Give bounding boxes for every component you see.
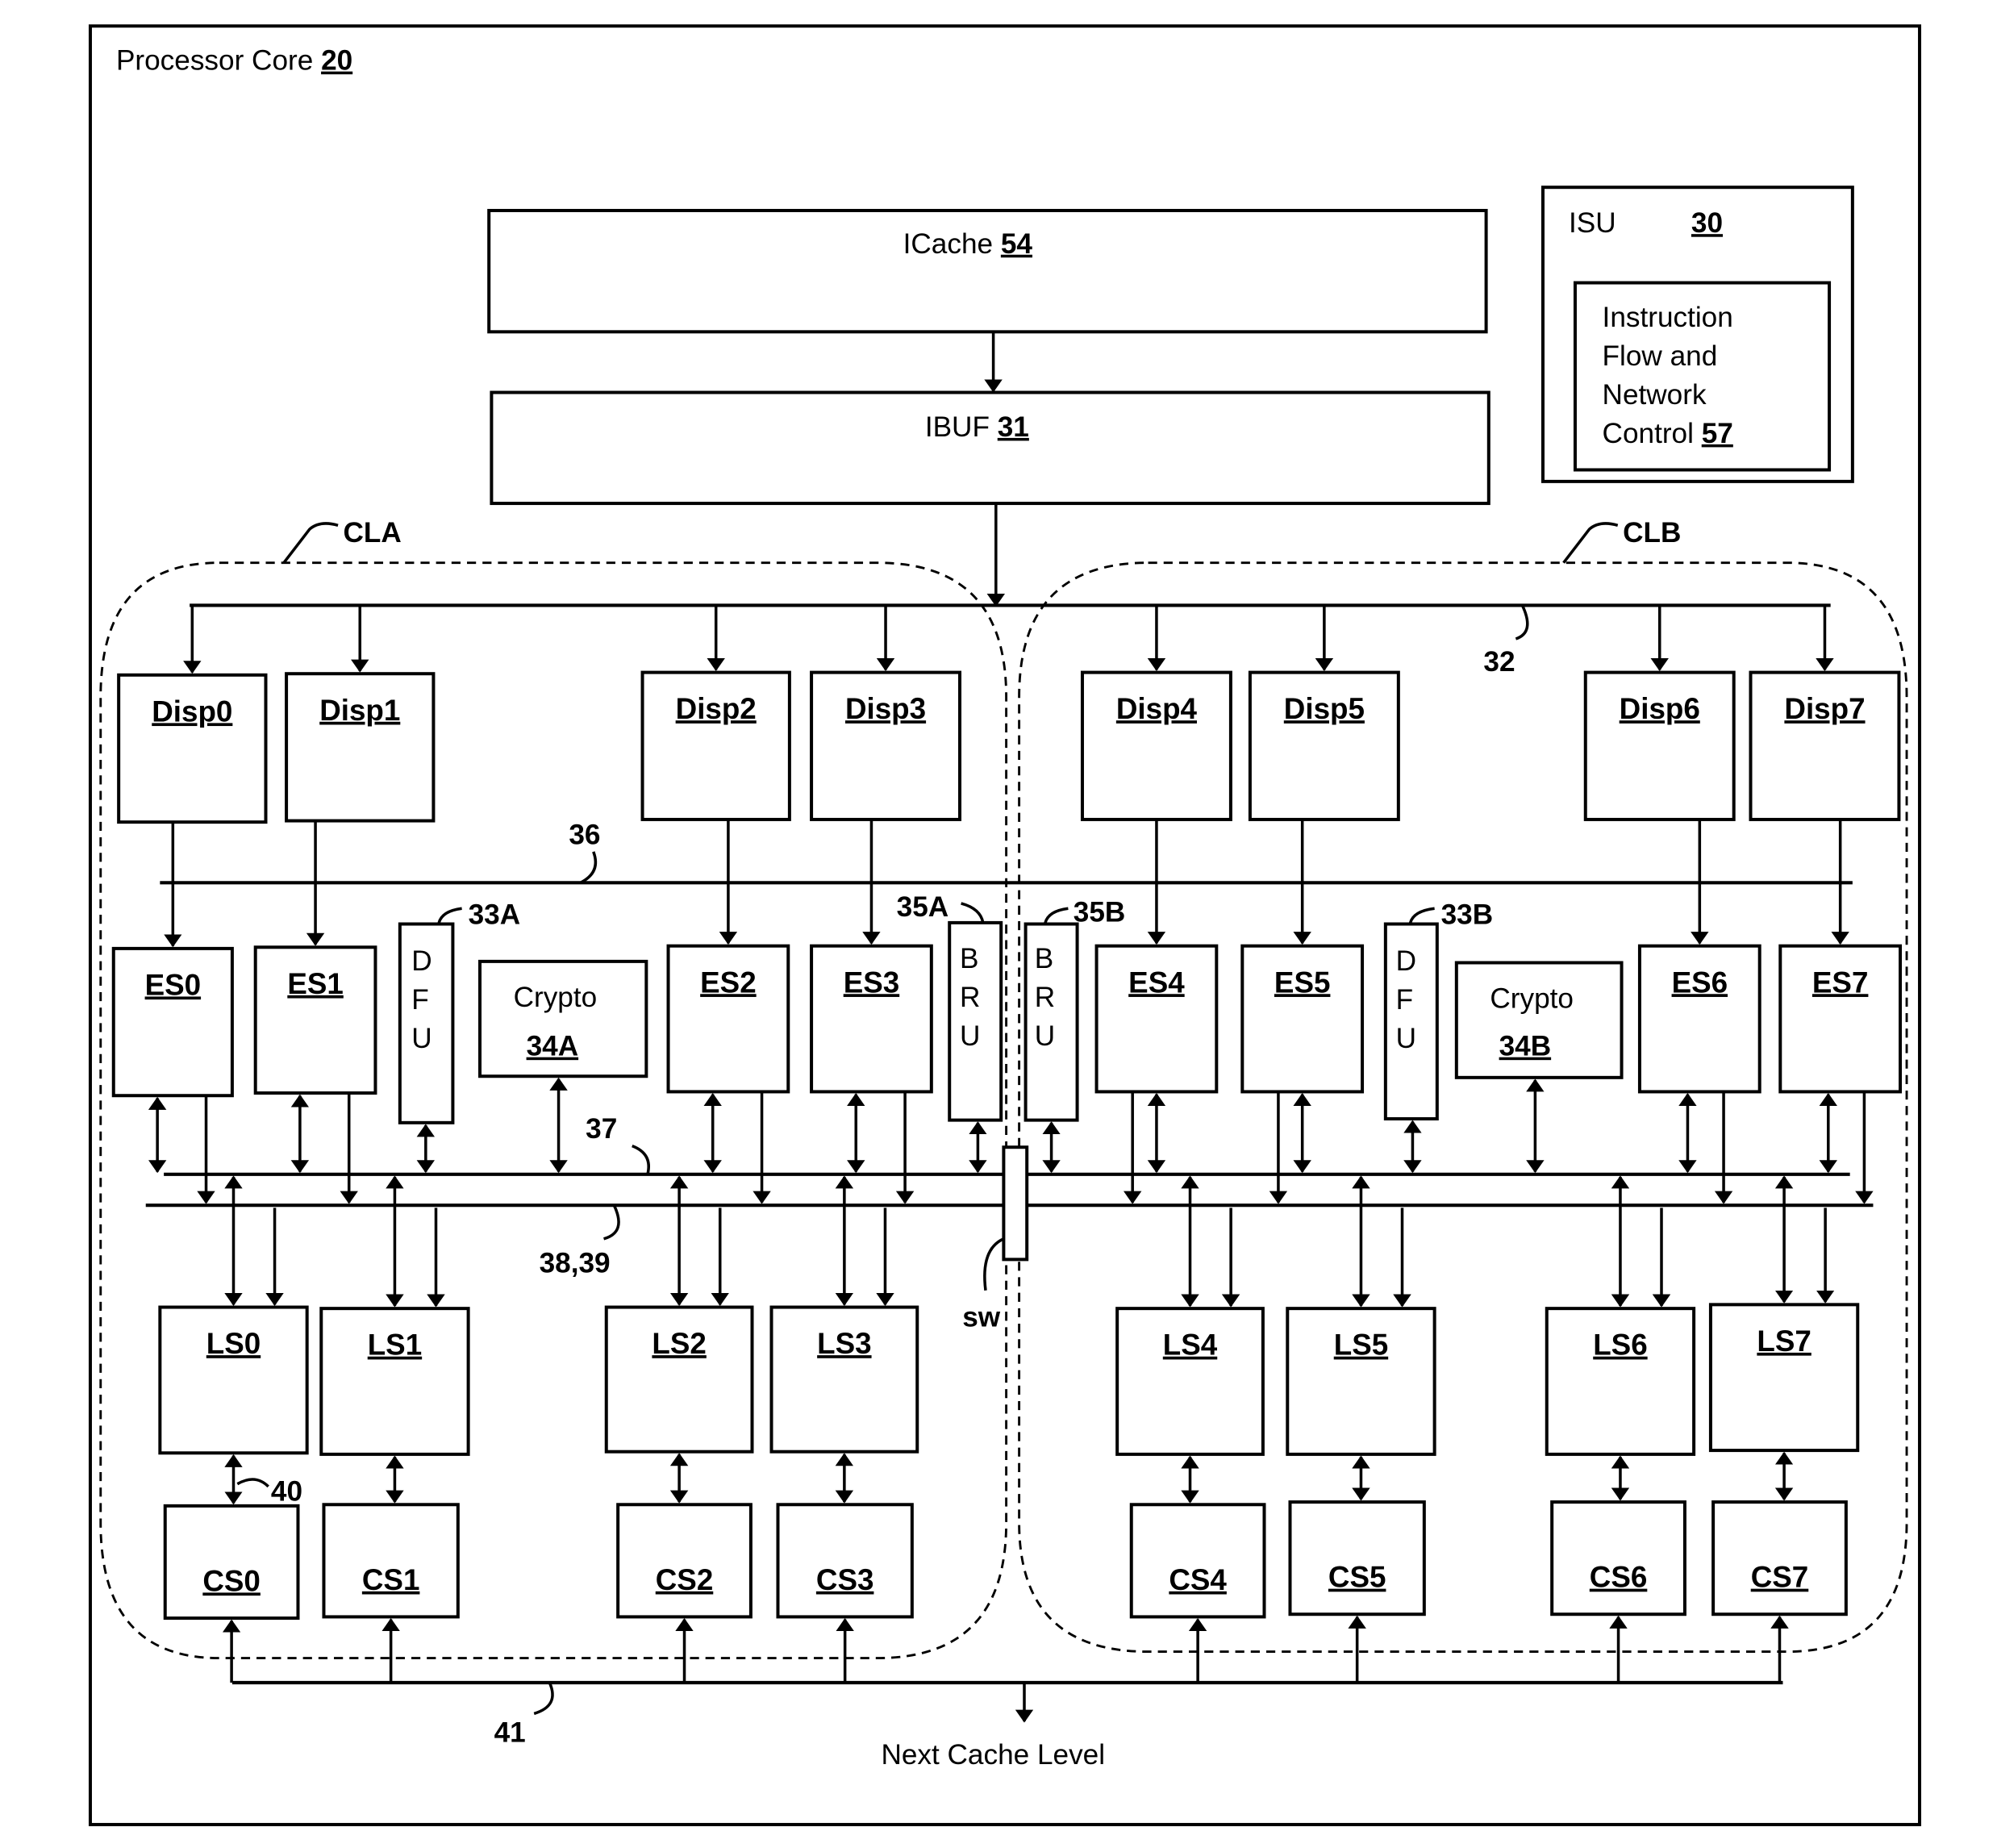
bru-a-letter-b: B	[960, 943, 978, 974]
cache-slice-label: CS3	[816, 1563, 874, 1596]
dispatch-unit-label: Disp1	[319, 694, 400, 727]
cla-label: CLA	[343, 517, 401, 549]
crypto-b-ref: 34B	[1499, 1031, 1552, 1062]
cache-slice-7	[1711, 1500, 1848, 1616]
isu-ref: 30	[1691, 207, 1723, 239]
cache-slice-4	[1129, 1503, 1266, 1619]
load-store-slice-label: LS1	[368, 1329, 422, 1362]
load-store-slice-label: LS0	[206, 1327, 261, 1360]
crypto-b-label: Crypto	[1490, 982, 1574, 1014]
cache-slice-label: CS2	[656, 1563, 714, 1596]
cache-slice-0	[163, 1504, 300, 1621]
dfu-a-ref: 33A	[469, 899, 521, 931]
dfu-b-letter-u: U	[1396, 1023, 1416, 1054]
dispatch-unit-label: Disp2	[676, 692, 757, 725]
dispatch-unit-label: Disp7	[1784, 692, 1865, 725]
bus-36-ref: 36	[569, 819, 600, 850]
dfu-a-letter-f: F	[411, 984, 428, 1016]
bru-b-letter-r: R	[1035, 982, 1055, 1013]
execution-slice-label: ES1	[287, 967, 343, 1000]
crypto-a-label: Crypto	[514, 982, 598, 1013]
cache-slice-label: CS5	[1328, 1561, 1386, 1594]
execution-slice-label: ES2	[700, 966, 757, 999]
cache-slice-3	[776, 1503, 914, 1619]
bru-b-ref: 35B	[1074, 896, 1126, 928]
load-store-slice-label: LS4	[1163, 1329, 1218, 1362]
dfu-a-letter-d: D	[411, 945, 432, 977]
dfu-b-letter-f: F	[1396, 984, 1414, 1016]
crypto-a-ref: 34A	[527, 1031, 579, 1062]
bus-41-ref: 41	[494, 1717, 526, 1749]
ifnc-line-4: Control 57	[1603, 418, 1733, 449]
dispatch-bus-ref: 32	[1483, 646, 1515, 678]
cache-slice-label: CS4	[1169, 1563, 1227, 1596]
dispatch-unit-label: Disp0	[152, 695, 232, 728]
icache-label: ICache 54	[903, 228, 1033, 260]
load-store-slice-label: LS5	[1334, 1329, 1388, 1362]
dfu-b-ref: 33B	[1441, 899, 1494, 931]
ifnc-line-3: Network	[1603, 379, 1707, 411]
execution-slice-label: ES4	[1128, 966, 1185, 999]
link-40-ref: 40	[271, 1475, 302, 1507]
cache-slice-2	[616, 1503, 753, 1619]
cache-slice-label: CS0	[202, 1564, 261, 1597]
execution-slice-label: ES5	[1274, 966, 1331, 999]
execution-slice-label: ES3	[844, 966, 900, 999]
bru-b-letter-b: B	[1035, 943, 1053, 974]
isu-label: ISU	[1569, 207, 1616, 239]
bus-38-39-ref: 38,39	[540, 1247, 611, 1279]
next-cache-label: Next Cache Level	[881, 1739, 1105, 1771]
load-store-slice-label: LS2	[652, 1327, 706, 1360]
cache-slice-label: CS1	[362, 1563, 420, 1596]
execution-slice-label: ES0	[145, 968, 202, 1001]
processor-core-label: Processor Core 20	[116, 45, 352, 77]
dfu-b-letter-d: D	[1396, 945, 1416, 977]
ibuf-block	[490, 390, 1490, 506]
bru-a-letter-r: R	[960, 982, 980, 1013]
load-store-slice-label: LS3	[817, 1327, 871, 1360]
cache-slice-label: CS7	[1751, 1561, 1809, 1594]
bru-a-letter-u: U	[960, 1020, 980, 1052]
load-store-slice-label: LS7	[1757, 1324, 1811, 1358]
dispatch-unit-label: Disp6	[1620, 692, 1700, 725]
execution-slice-label: ES6	[1672, 966, 1728, 999]
cache-slice-label: CS6	[1590, 1561, 1648, 1594]
bru-b-letter-u: U	[1035, 1020, 1055, 1052]
cache-slice-5	[1288, 1500, 1426, 1616]
cache-slice-6	[1550, 1500, 1686, 1616]
dispatch-unit-label: Disp5	[1284, 692, 1365, 725]
dfu-a-letter-u: U	[411, 1023, 432, 1054]
ifnc-line-2: Flow and	[1603, 340, 1718, 372]
cache-slice-1	[322, 1503, 460, 1619]
ibuf-label: IBUF 31	[925, 411, 1029, 443]
dispatch-unit-label: Disp4	[1116, 692, 1198, 725]
ifnc-line-1: Instruction	[1603, 302, 1733, 333]
clb-label: CLB	[1623, 517, 1681, 549]
bru-a-ref: 35A	[897, 891, 949, 923]
bus-37-ref: 37	[586, 1113, 617, 1145]
cluster-switch	[1002, 1145, 1029, 1262]
load-store-slice-label: LS6	[1593, 1329, 1647, 1362]
execution-slice-label: ES7	[1812, 966, 1869, 999]
switch-label: sw	[962, 1302, 1001, 1333]
dispatch-unit-label: Disp3	[845, 692, 926, 725]
processor-core-diagram: Processor Core 20 ICache 54 IBUF 31 ISU …	[88, 24, 1922, 1826]
